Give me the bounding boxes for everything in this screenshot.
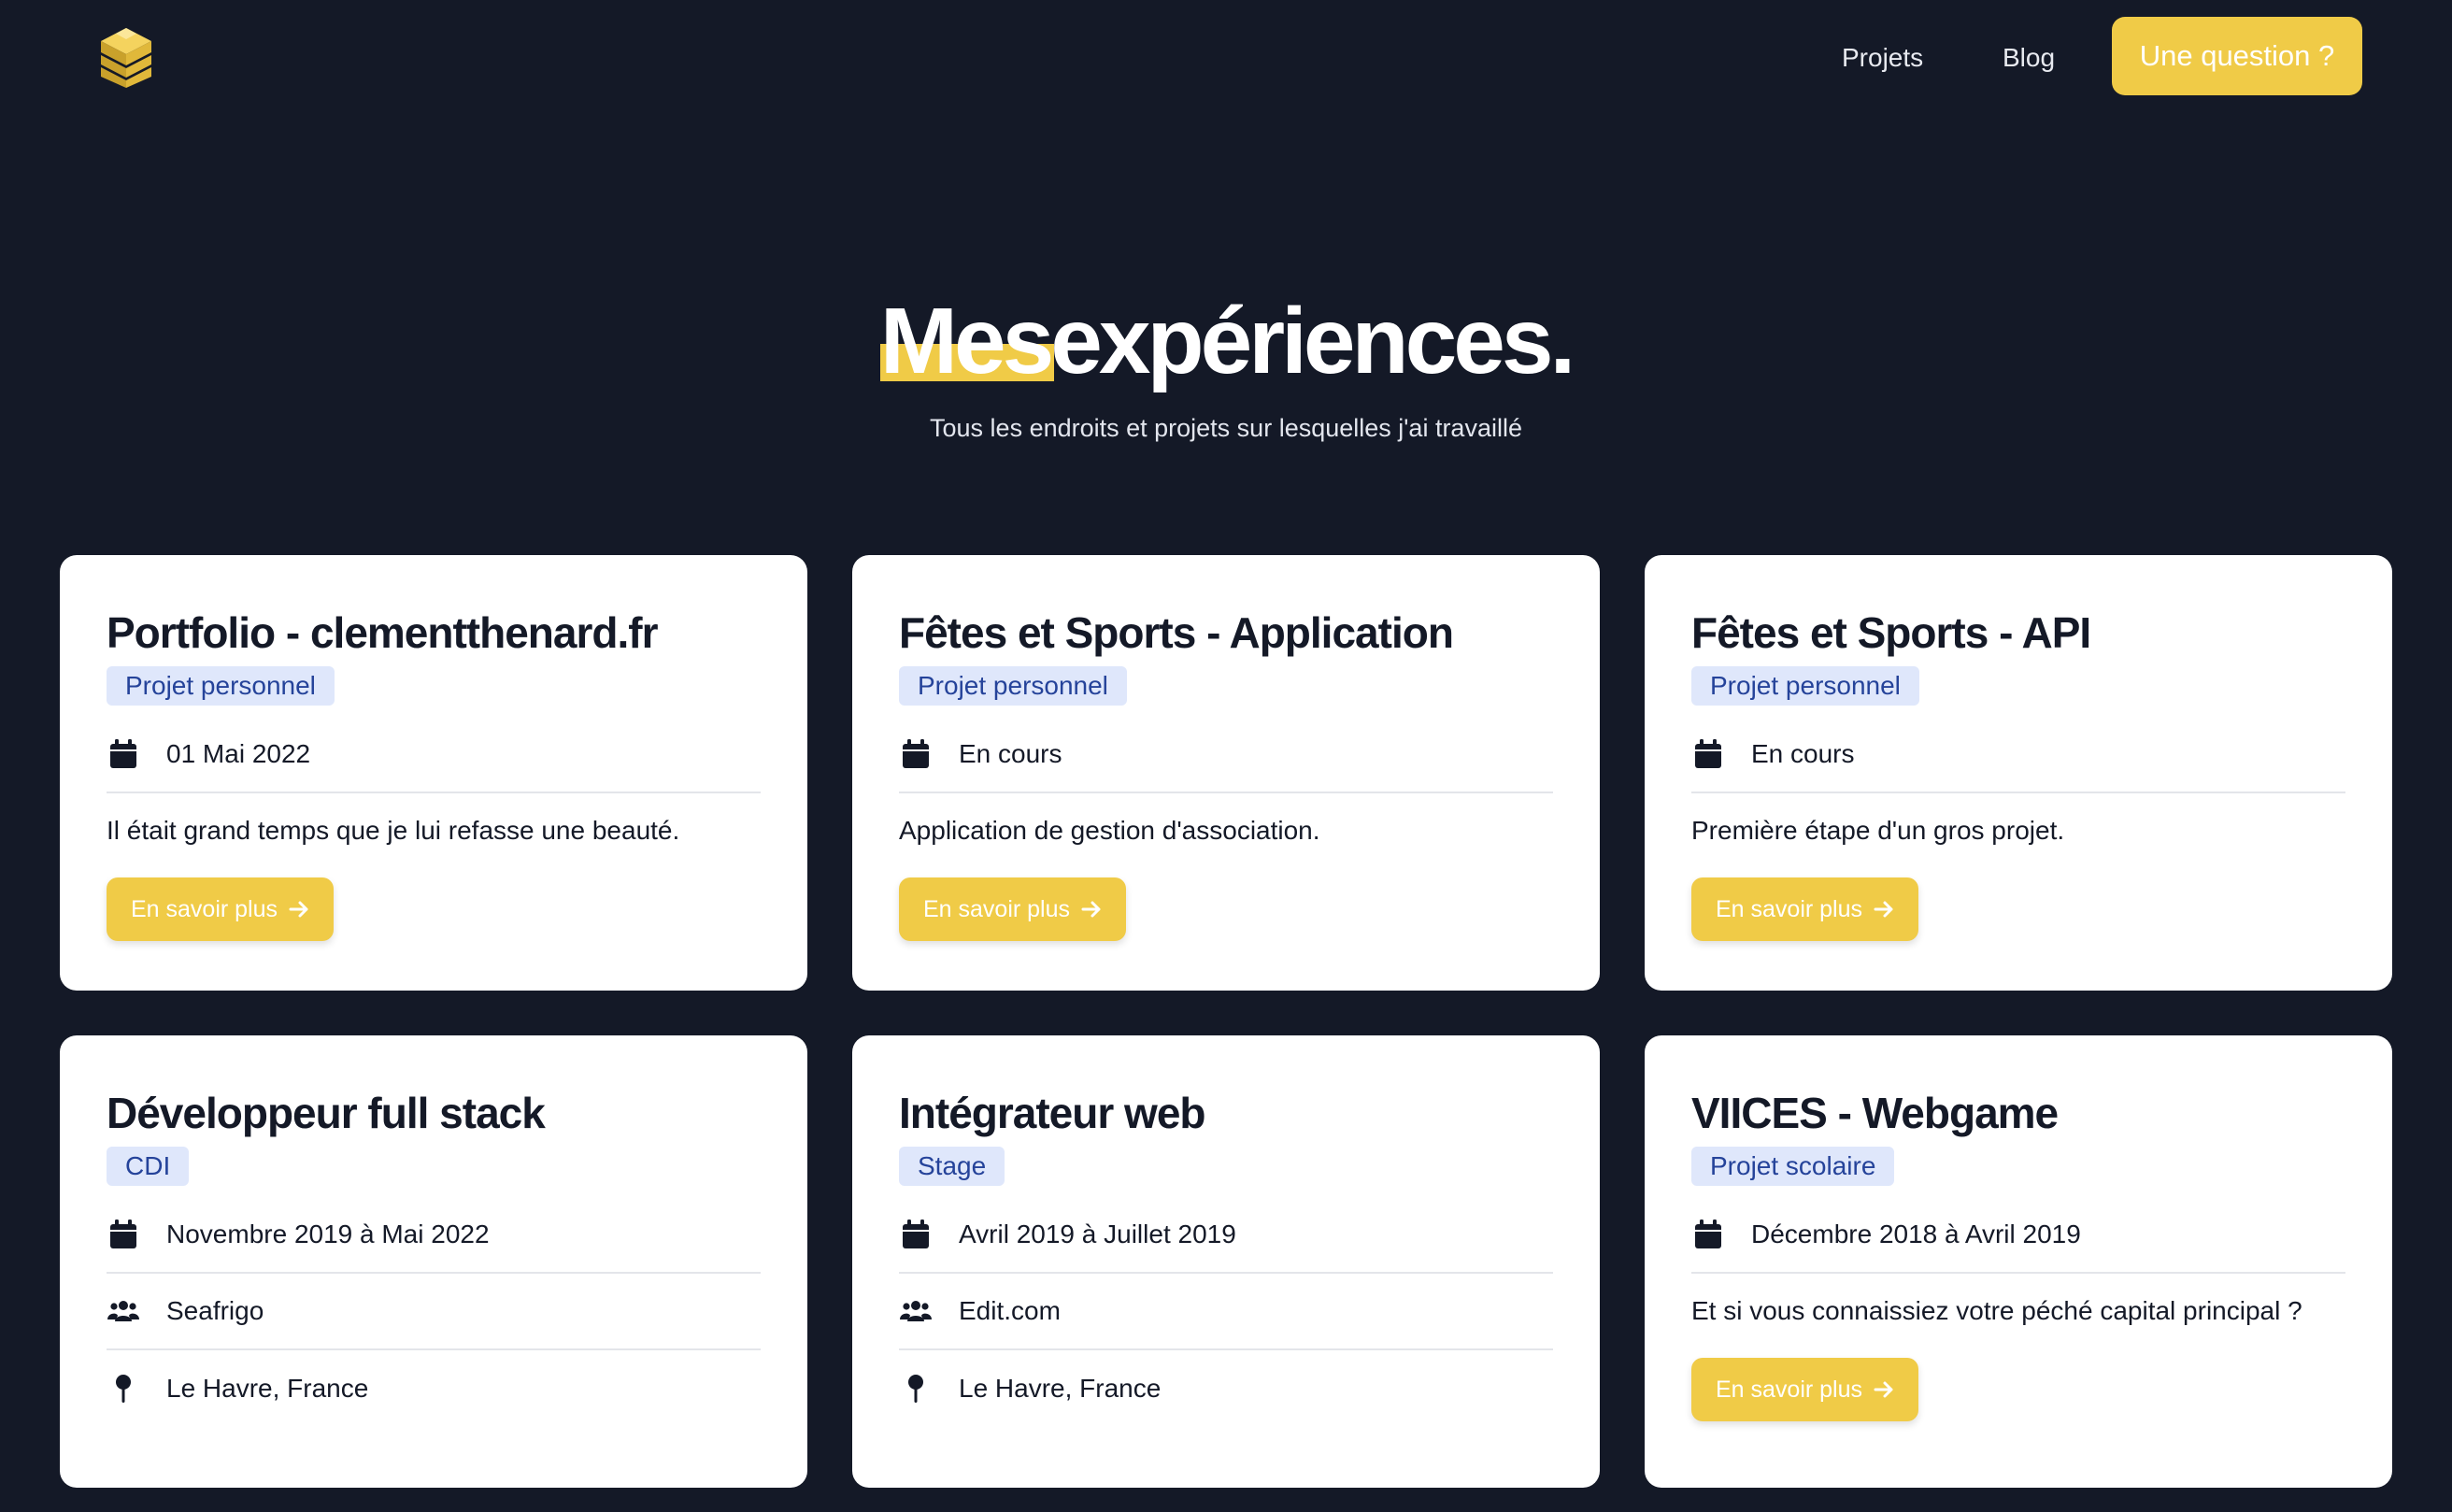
card-tag: Projet personnel xyxy=(899,666,1127,706)
title-highlight: Mes xyxy=(879,280,1054,402)
more-button[interactable]: En savoir plus xyxy=(107,877,335,941)
card-date: Avril 2019 à Juillet 2019 xyxy=(959,1220,1236,1248)
calendar-icon xyxy=(1691,737,1725,771)
card-description: Première étape d'un gros projet. xyxy=(1691,816,2065,845)
card-company: Seafrigo xyxy=(166,1296,264,1325)
card-title: Intégrateur web xyxy=(899,1089,1206,1137)
experience-card: Portfolio - clementthenard.fr Projet per… xyxy=(60,555,807,991)
more-button-label: En savoir plus xyxy=(131,895,278,922)
arrow-right-icon xyxy=(1874,1381,1893,1398)
card-tag: Stage xyxy=(899,1147,1005,1186)
card-description: Application de gestion d'association. xyxy=(899,816,1320,845)
calendar-icon xyxy=(899,1218,933,1251)
cube-logo[interactable] xyxy=(93,24,159,90)
calendar-icon xyxy=(899,737,933,771)
card-date-row: Décembre 2018 à Avril 2019 xyxy=(1691,1197,2345,1274)
card-title: Développeur full stack xyxy=(107,1089,546,1137)
card-location-row: Le Havre, France xyxy=(107,1350,761,1427)
experience-card: Fêtes et Sports - API Projet personnel E… xyxy=(1645,555,2392,991)
arrow-right-icon xyxy=(1081,901,1101,918)
more-button[interactable]: En savoir plus xyxy=(1691,877,1919,941)
card-description: Et si vous connaissiez votre péché capit… xyxy=(1691,1296,2302,1325)
card-company: Edit.com xyxy=(959,1296,1061,1325)
card-title: Portfolio - clementthenard.fr xyxy=(107,608,658,657)
card-description: Il était grand temps que je lui refasse … xyxy=(107,816,680,845)
card-company-row: Edit.com xyxy=(899,1274,1553,1350)
users-icon xyxy=(899,1294,933,1328)
card-title: VIICES - Webgame xyxy=(1691,1089,2059,1137)
experience-card: Développeur full stack CDI Novembre 2019… xyxy=(60,1035,807,1488)
more-button-label: En savoir plus xyxy=(1716,1376,1863,1403)
calendar-icon xyxy=(107,737,140,771)
card-location: Le Havre, France xyxy=(959,1374,1162,1403)
more-button[interactable]: En savoir plus xyxy=(1691,1358,1919,1421)
card-date: 01 Mai 2022 xyxy=(166,739,311,768)
card-title: Fêtes et Sports - API xyxy=(1691,608,2091,657)
card-tag: CDI xyxy=(107,1147,190,1186)
card-date-row: En cours xyxy=(899,717,1553,793)
arrow-right-icon xyxy=(1874,901,1893,918)
card-date-row: 01 Mai 2022 xyxy=(107,717,761,793)
card-company-row: Seafrigo xyxy=(107,1274,761,1350)
nav-link-blog[interactable]: Blog xyxy=(2003,39,2055,77)
more-button-label: En savoir plus xyxy=(1716,895,1863,922)
experience-card: Fêtes et Sports - Application Projet per… xyxy=(852,555,1600,991)
experience-card: VIICES - Webgame Projet scolaire Décembr… xyxy=(1645,1035,2392,1488)
card-tag: Projet personnel xyxy=(1691,666,1919,706)
arrow-right-icon xyxy=(289,901,308,918)
page-subtitle: Tous les endroits et projets sur lesquel… xyxy=(930,414,1522,442)
card-location-row: Le Havre, France xyxy=(899,1350,1553,1427)
users-icon xyxy=(107,1294,140,1328)
page-title: Mesexpériences. xyxy=(879,280,1575,402)
card-date: Novembre 2019 à Mai 2022 xyxy=(166,1220,490,1248)
navbar: Projets Blog Une question ? xyxy=(0,0,2452,112)
map-pin-icon xyxy=(899,1372,933,1405)
nav-link-projets[interactable]: Projets xyxy=(1842,39,1923,77)
card-date-row: Avril 2019 à Juillet 2019 xyxy=(899,1197,1553,1274)
calendar-icon xyxy=(107,1218,140,1251)
question-button[interactable]: Une question ? xyxy=(2112,17,2362,95)
calendar-icon xyxy=(1691,1218,1725,1251)
map-pin-icon xyxy=(107,1372,140,1405)
card-date: En cours xyxy=(1751,739,1855,768)
more-button-label: En savoir plus xyxy=(923,895,1071,922)
experience-card: Intégrateur web Stage Avril 2019 à Juill… xyxy=(852,1035,1600,1488)
card-location: Le Havre, France xyxy=(166,1374,369,1403)
card-date: Décembre 2018 à Avril 2019 xyxy=(1751,1220,2081,1248)
hero: Mesexpériences. Tous les endroits et pro… xyxy=(0,280,2452,447)
card-title: Fêtes et Sports - Application xyxy=(899,608,1454,657)
title-rest: expériences. xyxy=(1050,289,1575,393)
card-date: En cours xyxy=(959,739,1062,768)
more-button[interactable]: En savoir plus xyxy=(899,877,1127,941)
card-date-row: En cours xyxy=(1691,717,2345,793)
card-tag: Projet scolaire xyxy=(1691,1147,1895,1186)
card-date-row: Novembre 2019 à Mai 2022 xyxy=(107,1197,761,1274)
card-tag: Projet personnel xyxy=(107,666,335,706)
